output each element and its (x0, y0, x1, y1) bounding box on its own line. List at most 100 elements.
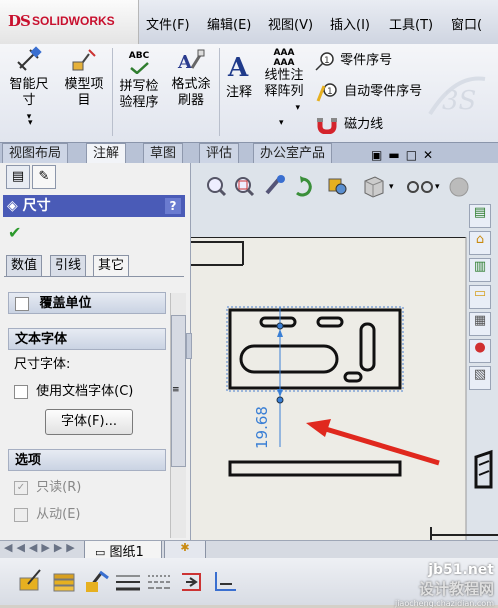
help-button[interactable]: ? (165, 198, 181, 214)
rotate-icon (296, 176, 312, 197)
menu-view[interactable]: 视图(V) (268, 14, 313, 33)
layer-toolbar: jb51.net 设计教程网 jiaocheng.chazidian.com (0, 558, 498, 608)
layers-icon (53, 573, 75, 592)
sheet-tabs-bar: ◀◀◀▶▶▶ ▭ 图纸1 ✱ (0, 540, 498, 560)
view-orientation-icon (328, 178, 347, 195)
menu-insert[interactable]: 插入(I) (330, 14, 370, 33)
dropdown-arrow-icon[interactable]: ▾ (28, 118, 33, 128)
driven-checkbox (14, 507, 28, 522)
tab-evaluate[interactable]: 评估 (199, 143, 240, 163)
property-manager-panel: ▤ ✎ ◈ 尺寸 ? ✔ 数值 引线 其它 覆盖单位 文本字体 尺寸字体: 使用… (0, 163, 192, 540)
resources-icon[interactable]: ▤ (469, 204, 491, 228)
sheet-tab-1[interactable]: ▭ 图纸1 (84, 541, 162, 560)
layer-toolbar-icons (19, 569, 236, 592)
watermark-line-3: jiaocheng.chazidian.com (394, 599, 494, 608)
format-painter-icon: A (177, 49, 205, 73)
tab-annotation[interactable]: 注解 (86, 143, 127, 163)
part-bottom-view (228, 460, 402, 477)
override-units-checkbox[interactable] (15, 296, 29, 311)
smart-dimension-button[interactable]: 智能尺 寸 ▾ (4, 46, 54, 125)
slot-small (343, 371, 363, 383)
red-arrow-shaft (318, 424, 440, 466)
note-button[interactable]: A 注释 (221, 52, 257, 101)
magnetic-line-label: 磁力线 (344, 117, 384, 132)
dimension-point-top (276, 322, 284, 330)
balloon-icon: 1 (315, 51, 334, 71)
spell-checker-button[interactable]: ABC 拼写检 验程序 (114, 50, 164, 111)
text-font-group-header[interactable]: 文本字体 (8, 328, 166, 350)
tab-value[interactable]: 数值 (6, 255, 43, 277)
menu-tools[interactable]: 工具(T) (389, 14, 433, 33)
format-painter-label-2: 刷器 (177, 93, 204, 108)
ribbon-separator (219, 48, 220, 136)
linear-note-label-2: 释阵列 (264, 84, 304, 99)
tab-leaders[interactable]: 引线 (50, 255, 87, 277)
ok-check-icon[interactable]: ✔ (8, 223, 21, 242)
linear-note-label-1: 线性注 (264, 68, 304, 83)
display-style-icon (364, 176, 384, 198)
linear-note-pattern-button[interactable]: AAA AAA 线性注 释阵列 ▾ (260, 48, 308, 116)
zoom-area-icon (235, 177, 255, 197)
watermark-line-1: jb51.net (428, 562, 494, 578)
options-group-header[interactable]: 选项 (8, 449, 166, 471)
selection-box (226, 306, 404, 392)
part-side-view (474, 449, 493, 489)
hide-show-items-icon (407, 181, 433, 193)
svg-text:1: 1 (324, 56, 330, 66)
use-document-font-checkbox[interactable] (14, 384, 28, 399)
minimize-icon[interactable]: ▬ (388, 148, 405, 162)
override-units-group[interactable]: 覆盖单位 (8, 292, 166, 314)
read-only-checkbox: ✓ (14, 480, 28, 495)
abc-icon-text: ABC (128, 51, 150, 61)
red-arrow-head (306, 419, 331, 437)
balloon-label: 零件序号 (340, 53, 393, 68)
drawing-view[interactable]: 19.68 (191, 237, 498, 540)
tab-office-products[interactable]: 办公室产品 (253, 143, 333, 163)
aaa-icon-text-1: AAA (273, 48, 295, 58)
restore-icon[interactable]: ▣ (371, 148, 388, 162)
panel-splitter-handle[interactable] (186, 333, 192, 359)
use-document-font-option[interactable]: 使用文档字体(C) (14, 380, 133, 399)
format-painter-button[interactable]: A 格式涂 刷器 (166, 48, 216, 109)
close-icon[interactable]: ✕ (423, 148, 439, 162)
logo-text: SOLIDWORKS (32, 14, 115, 28)
slot-top-right (316, 316, 344, 328)
tab-other[interactable]: 其它 (93, 255, 130, 277)
ribbon-separator (112, 48, 113, 136)
balloon-button[interactable]: 1 零件序号 (314, 49, 392, 71)
menu-window[interactable]: 窗口( (451, 14, 482, 33)
line-thickness-icon (116, 575, 140, 591)
property-manager-icon[interactable]: ✎ (32, 165, 56, 189)
view-toolbar-icons: ▾ ▾ (207, 175, 469, 198)
feature-manager-icon[interactable]: ▤ (6, 165, 30, 189)
spell-label-2: 验程序 (119, 95, 159, 110)
override-units-label: 覆盖单位 (39, 296, 92, 311)
scroll-grip-icon: ≡ (172, 385, 180, 395)
sheet-nav-arrows-icon[interactable]: ◀◀◀▶▶▶ (4, 541, 79, 554)
dropdown-arrow-icon[interactable]: ▾ (260, 100, 308, 116)
tab-view-layout[interactable]: 视图布局 (2, 143, 69, 163)
model-items-label-1: 模型项 (64, 77, 104, 92)
maximize-icon[interactable]: □ (406, 148, 423, 162)
window-controls: ▣▬□✕ (371, 148, 439, 162)
model-items-button[interactable]: 模型项 目 (58, 48, 110, 109)
solidworks-logo[interactable]: DS SOLIDWORKS (0, 0, 139, 44)
add-sheet-icon[interactable]: ✱ (164, 541, 206, 559)
ds-logo-icon: DS (8, 12, 31, 30)
check-icon (130, 62, 149, 75)
use-document-font-label: 使用文档字体(C) (36, 384, 134, 399)
tab-sketch[interactable]: 草图 (143, 143, 184, 163)
svg-text:▾: ▾ (389, 182, 394, 192)
menu-file[interactable]: 文件(F) (146, 14, 190, 33)
menu-edit[interactable]: 编辑(E) (207, 14, 251, 33)
svg-text:▾: ▾ (435, 182, 440, 192)
dimension-point-bottom (276, 396, 284, 404)
magnetic-line-button[interactable]: 磁力线 (314, 113, 384, 135)
3ds-watermark-icon: 3S (428, 76, 486, 116)
watermark-site: jb51.net 设计教程网 jiaocheng.chazidian.com (368, 562, 494, 608)
font-button[interactable]: 字体(F)... (45, 409, 133, 435)
property-manager-title-bar: ◈ 尺寸 ? (3, 195, 185, 217)
sheet-border-line (191, 241, 244, 266)
auto-balloon-button[interactable]: 1 自动零件序号 (314, 80, 422, 102)
dropdown-arrow-icon[interactable]: ▾ (279, 118, 284, 128)
